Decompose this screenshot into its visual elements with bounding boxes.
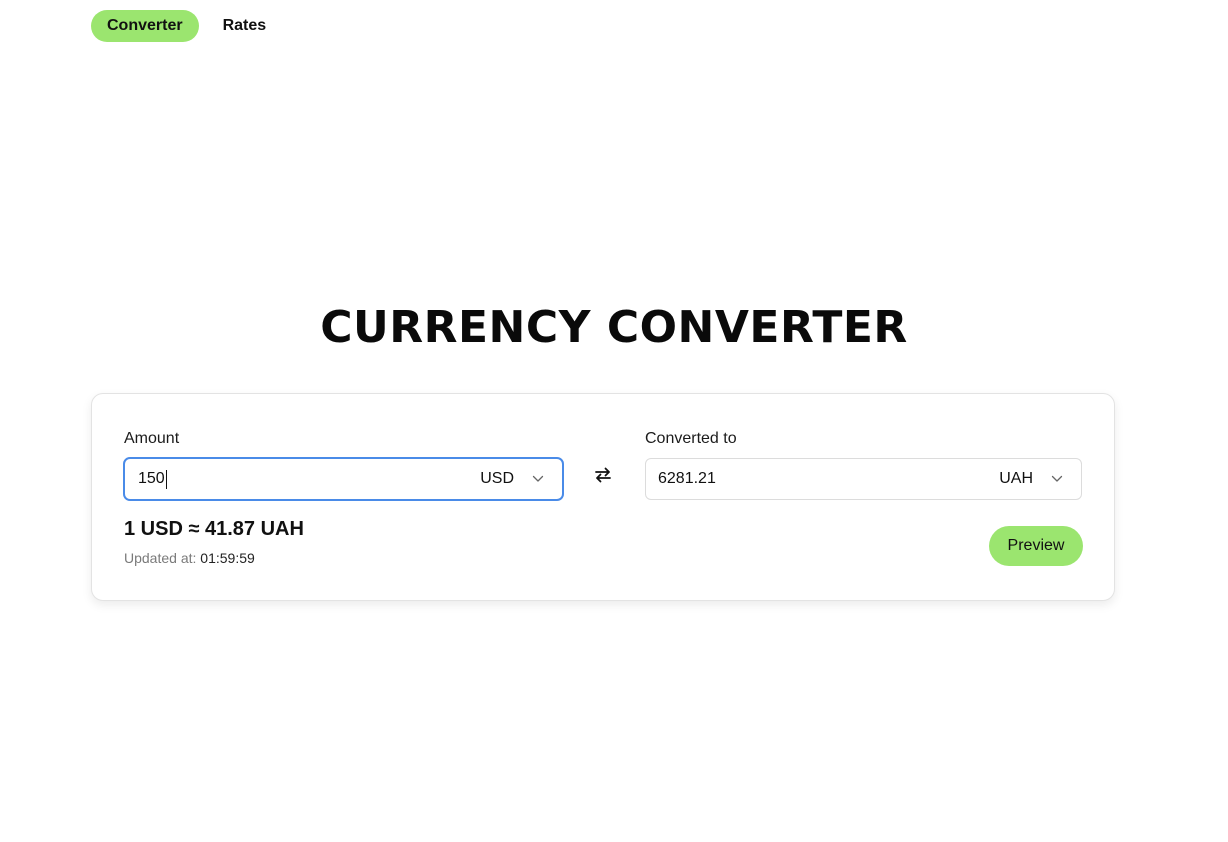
chevron-down-icon xyxy=(1051,473,1063,485)
swap-arrows-icon xyxy=(593,466,613,489)
page-title: CURRENCY CONVERTER xyxy=(320,302,908,353)
chevron-down-icon xyxy=(532,473,544,485)
converted-currency-select[interactable]: UAH xyxy=(999,459,1081,499)
tab-converter[interactable]: Converter xyxy=(91,10,199,42)
converted-label: Converted to xyxy=(645,430,737,447)
top-nav: Converter Rates xyxy=(91,10,282,42)
amount-currency-select[interactable]: USD xyxy=(480,459,562,499)
converted-currency-code: UAH xyxy=(999,470,1033,487)
converted-value: 6281.21 xyxy=(658,470,716,487)
converted-field: 6281.21 UAH xyxy=(645,458,1082,500)
page: Converter Rates CURRENCY CONVERTER Amoun… xyxy=(0,0,1228,842)
updated-time: 01:59:59 xyxy=(200,550,255,566)
text-caret xyxy=(165,469,167,489)
preview-button[interactable]: Preview xyxy=(989,526,1083,566)
exchange-rate: 1 USD ≈ 41.87 UAH xyxy=(124,518,304,540)
updated-at: Updated at: 01:59:59 xyxy=(124,550,255,566)
amount-field: 150 USD xyxy=(123,457,564,501)
amount-input[interactable]: 150 xyxy=(125,459,480,499)
converter-card: Amount 150 USD Converted to 6281.21 UAH … xyxy=(91,393,1115,601)
amount-value: 150 xyxy=(138,470,165,487)
amount-label: Amount xyxy=(124,430,180,447)
converted-output[interactable]: 6281.21 xyxy=(646,459,999,499)
updated-label: Updated at: xyxy=(124,550,197,566)
swap-button[interactable] xyxy=(590,464,616,490)
tab-rates[interactable]: Rates xyxy=(207,10,283,42)
amount-currency-code: USD xyxy=(480,470,514,487)
